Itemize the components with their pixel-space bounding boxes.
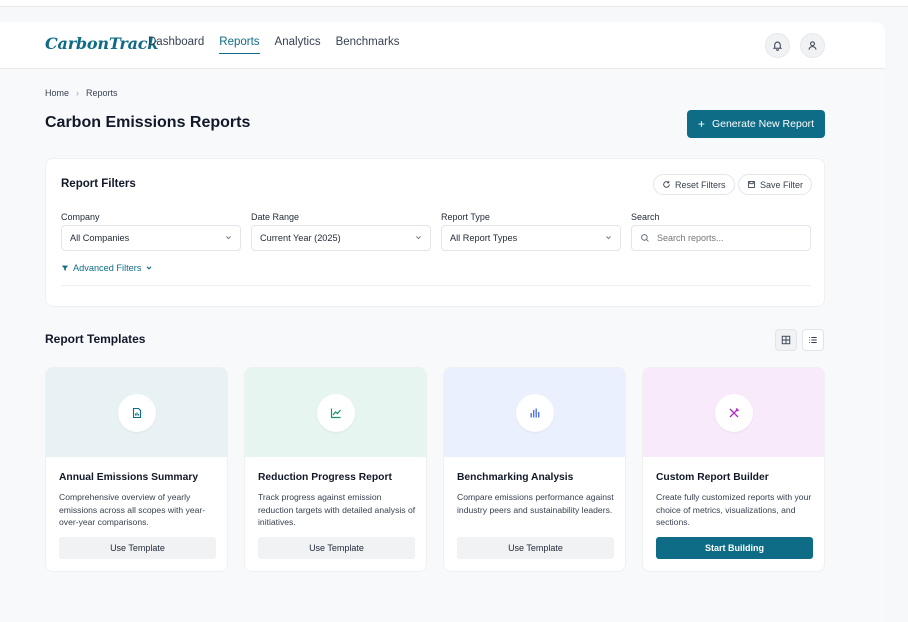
nav-dashboard[interactable]: Dashboard	[148, 36, 204, 54]
filters-title: Report Filters	[61, 178, 136, 190]
template-card-custom-builder: Custom Report Builder Create fully custo…	[642, 367, 825, 572]
bell-icon	[772, 41, 783, 51]
card-description: Create fully customized reports with you…	[656, 492, 812, 527]
breadcrumb-separator: ›	[76, 88, 80, 98]
advanced-filters-toggle[interactable]: Advanced Filters	[61, 263, 153, 273]
refresh-icon	[663, 181, 670, 188]
card-header	[643, 368, 824, 457]
company-value: All Companies	[70, 233, 130, 243]
list-view-button[interactable]	[802, 329, 824, 351]
tools-icon	[729, 407, 739, 417]
template-card-reduction-progress: Reduction Progress Report Track progress…	[244, 367, 427, 572]
document-chart-icon	[132, 407, 141, 418]
advanced-filters-label: Advanced Filters	[73, 263, 142, 273]
card-title: Reduction Progress Report	[258, 472, 392, 483]
app-shell: CarbonTrack Dashboard Reports Analytics …	[0, 22, 885, 622]
grid-view-button[interactable]	[775, 329, 797, 351]
card-icon-circle	[316, 393, 355, 432]
chevron-down-icon	[147, 266, 152, 270]
search-label: Search	[631, 212, 660, 222]
card-title: Custom Report Builder	[656, 472, 769, 483]
breadcrumb-home[interactable]: Home	[45, 88, 69, 98]
chevron-down-icon	[226, 236, 231, 240]
nav-reports[interactable]: Reports	[219, 36, 260, 54]
generate-report-label: Generate New Report	[711, 118, 815, 130]
date-range-value: Current Year (2025)	[260, 233, 341, 243]
date-range-select[interactable]: Current Year (2025)	[251, 225, 431, 251]
grid-icon	[781, 335, 791, 345]
nav-links: Dashboard Reports Analytics Benchmarks	[148, 36, 400, 54]
save-filter-button[interactable]: Save Filter	[738, 174, 813, 195]
reset-filters-label: Reset Filters	[675, 179, 726, 190]
report-type-select[interactable]: All Report Types	[441, 225, 621, 251]
report-type-value: All Report Types	[450, 233, 518, 243]
use-template-button[interactable]: Use Template	[457, 537, 614, 559]
bar-chart-icon	[530, 408, 539, 417]
chevron-down-icon	[416, 236, 421, 240]
browser-top-strip	[0, 0, 908, 7]
card-icon-circle	[515, 393, 554, 432]
save-icon	[747, 180, 756, 189]
notifications-button[interactable]	[765, 33, 790, 58]
card-title: Annual Emissions Summary	[59, 472, 199, 483]
top-navbar: CarbonTrack Dashboard Reports Analytics …	[0, 22, 885, 69]
generate-report-button[interactable]: + Generate New Report	[687, 110, 825, 138]
search-icon	[641, 234, 649, 242]
card-description: Track progress against emission reductio…	[258, 492, 416, 527]
template-card-annual-emissions: Annual Emissions Summary Comprehensive o…	[45, 367, 228, 572]
card-header	[245, 368, 426, 457]
date-range-label: Date Range	[251, 212, 300, 222]
card-icon-circle	[714, 393, 753, 432]
nav-benchmarks[interactable]: Benchmarks	[336, 36, 400, 54]
chevron-down-icon	[606, 236, 611, 240]
card-header	[46, 368, 227, 457]
filters-divider	[61, 285, 811, 286]
reset-filters-button[interactable]: Reset Filters	[653, 174, 735, 195]
start-building-button[interactable]: Start Building	[656, 537, 813, 559]
company-select[interactable]: All Companies	[61, 225, 241, 251]
card-description: Compare emissions performance against in…	[457, 492, 614, 515]
user-icon	[808, 41, 817, 50]
card-title: Benchmarking Analysis	[457, 472, 574, 483]
use-template-button[interactable]: Use Template	[258, 537, 415, 559]
save-filter-label: Save Filter	[760, 179, 804, 190]
search-field[interactable]	[631, 225, 811, 251]
card-header	[444, 368, 625, 457]
company-label: Company	[61, 212, 100, 222]
template-card-benchmarking: Benchmarking Analysis Compare emissions …	[443, 367, 626, 572]
report-type-label: Report Type	[441, 212, 490, 222]
breadcrumb: Home › Reports	[45, 88, 118, 98]
card-description: Comprehensive overview of yearly emissio…	[59, 492, 206, 527]
templates-section-title: Report Templates	[45, 332, 146, 346]
nav-analytics[interactable]: Analytics	[275, 36, 321, 54]
card-icon-circle	[117, 393, 156, 432]
list-icon	[809, 337, 817, 343]
plus-icon: +	[697, 117, 705, 131]
profile-button[interactable]	[800, 33, 825, 58]
page-title: Carbon Emissions Reports	[45, 114, 251, 131]
breadcrumb-current: Reports	[86, 88, 118, 98]
search-input[interactable]	[657, 233, 797, 243]
report-filters-panel: Report Filters Reset Filters Save Filter…	[45, 158, 825, 307]
use-template-button[interactable]: Use Template	[59, 537, 216, 559]
logo[interactable]: CarbonTrack	[45, 34, 158, 53]
line-chart-icon	[330, 408, 341, 418]
filter-icon	[61, 265, 69, 271]
